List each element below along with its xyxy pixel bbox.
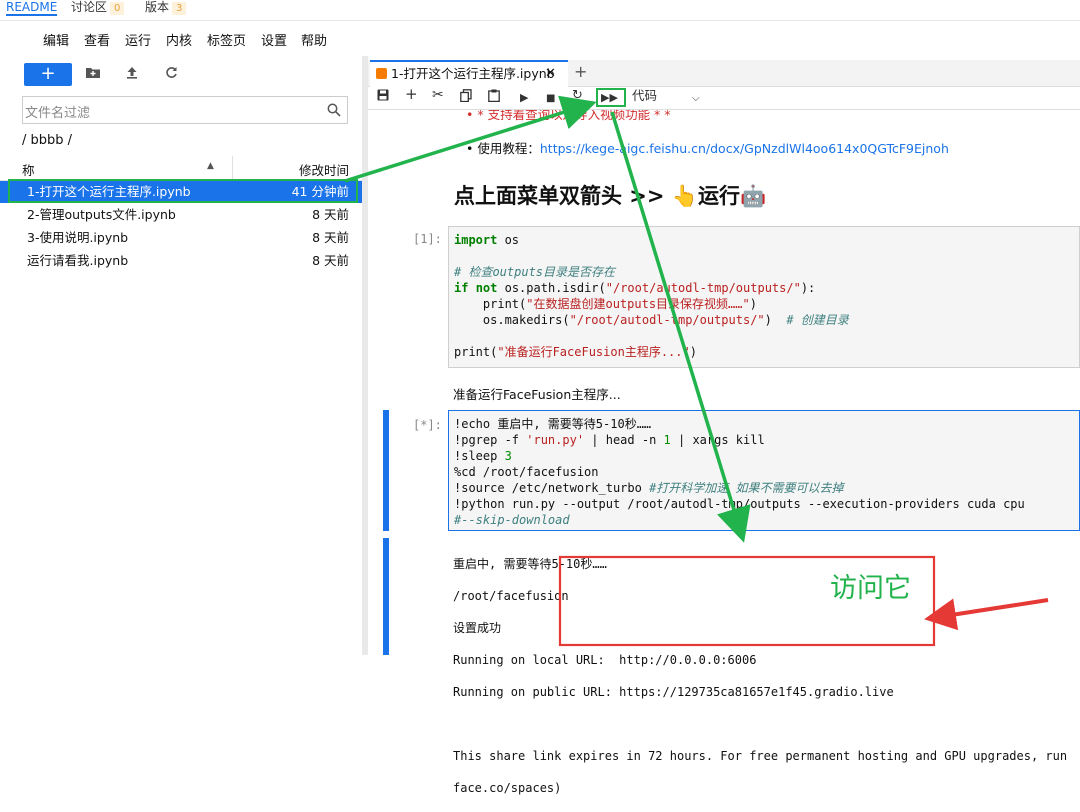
menu-kernel[interactable]: 内核	[166, 33, 192, 51]
code-cell-input[interactable]: import os # 检查outputs目录是否存在 if not os.pa…	[448, 226, 1080, 368]
cell-prompt: [1]:	[413, 232, 442, 246]
new-launcher-button[interactable]: +	[24, 63, 72, 86]
file-filter-input[interactable]: 文件名过滤	[22, 96, 348, 124]
add-cell-icon[interactable]: +	[405, 86, 418, 102]
cut-icon[interactable]: ✂	[432, 87, 444, 103]
output-line: Running on public URL: https://129735ca8…	[453, 685, 894, 699]
cell-type-select[interactable]: 代码	[632, 88, 657, 104]
notebook-tab[interactable]: 1-打开这个运行主程序.ipynb ✕	[370, 60, 568, 87]
callout-visit-it: 访问它	[830, 573, 911, 604]
menu-run[interactable]: 运行	[125, 33, 151, 51]
menu-edit[interactable]: 编辑	[43, 33, 69, 51]
menu-tabs[interactable]: 标签页	[207, 33, 246, 51]
column-modified[interactable]: 修改时间	[299, 160, 349, 179]
code-content: !echo 重启中, 需要等待5-10秒…… !pgrep -f 'run.py…	[454, 417, 1025, 527]
file-list-header: 称 ▲ 修改时间	[0, 156, 362, 181]
file-row[interactable]: 3-使用说明.ipynb 8 天前	[0, 227, 362, 249]
output-collapse-bar[interactable]	[383, 538, 389, 655]
run-cell-icon[interactable]: ▶	[520, 90, 528, 106]
sort-up-icon[interactable]: ▲	[207, 161, 214, 171]
paste-icon[interactable]	[488, 89, 500, 106]
stop-icon[interactable]: ■	[546, 91, 555, 107]
top-tab-bar: README 讨论区 0 版本 3	[0, 0, 1080, 21]
partial-text: * 支持着查询以及导入视频功能 * *	[477, 110, 671, 122]
bullet: •	[466, 141, 478, 156]
selected-file-highlight-box	[8, 179, 358, 203]
upload-icon[interactable]	[126, 66, 138, 84]
close-icon[interactable]: ✕	[545, 62, 556, 86]
file-row[interactable]: 2-管理outputs文件.ipynb 8 天前	[0, 204, 362, 226]
notebook-file-icon	[376, 68, 387, 79]
file-time: 8 天前	[312, 230, 349, 245]
cell-output: 准备运行FaceFusion主程序...	[453, 387, 621, 402]
notebook-tab-title: 1-打开这个运行主程序.ipynb	[391, 66, 555, 81]
output-line: /root/facefusion	[453, 589, 569, 603]
code-cell-input[interactable]: !echo 重启中, 需要等待5-10秒…… !pgrep -f 'run.py…	[448, 410, 1080, 531]
menu-bar: 编辑 查看 运行 内核 标签页 设置 帮助	[0, 33, 1080, 53]
tab-readme[interactable]: README	[6, 0, 58, 16]
tab-discussion[interactable]: 讨论区 0	[71, 0, 125, 15]
active-cell-indicator	[383, 410, 389, 531]
chevron-down-icon[interactable]: ⌵	[692, 91, 700, 107]
column-name[interactable]: 称	[22, 160, 35, 179]
file-filter-placeholder: 文件名过滤	[25, 106, 91, 121]
tutorial-link[interactable]: https://kege-aigc.feishu.cn/docx/GpNzdlW…	[540, 141, 949, 156]
file-row[interactable]: 运行请看我.ipynb 8 天前	[0, 250, 362, 272]
output-line: face.co/spaces)	[453, 781, 562, 795]
markdown-heading: 点上面菜单双箭头 >> 👆运行🤖	[454, 184, 767, 208]
file-time: 8 天前	[312, 207, 349, 222]
menu-help[interactable]: 帮助	[301, 33, 327, 51]
discussion-count-badge: 0	[110, 2, 125, 15]
file-time: 8 天前	[312, 253, 349, 268]
save-icon[interactable]	[377, 89, 389, 105]
version-count-badge: 3	[172, 2, 187, 15]
tutorial-label: 使用教程：	[477, 141, 540, 156]
file-name: 运行请看我.ipynb	[27, 253, 129, 268]
restart-icon[interactable]: ↻	[572, 88, 583, 104]
add-tab-button[interactable]: +	[574, 62, 587, 81]
tutorial-line: • 使用教程：https://kege-aigc.feishu.cn/docx/…	[466, 138, 949, 157]
copy-icon[interactable]	[460, 89, 472, 106]
search-icon	[327, 103, 341, 117]
new-folder-icon[interactable]	[86, 66, 100, 83]
notebook-toolbar	[368, 87, 1080, 110]
column-divider	[232, 156, 233, 180]
output-line: Running on local URL: http://0.0.0.0:600…	[453, 653, 757, 667]
refresh-icon[interactable]	[165, 66, 178, 84]
tab-version-label: 版本	[145, 0, 170, 14]
menu-settings[interactable]: 设置	[261, 33, 287, 51]
tab-version[interactable]: 版本 3	[145, 0, 187, 15]
output-line: 设置成功	[453, 621, 502, 635]
cell-prompt: [*]:	[413, 418, 442, 432]
output-line: 重启中, 需要等待5-10秒……	[453, 557, 607, 571]
bullet: •	[466, 110, 478, 122]
breadcrumb[interactable]: / bbbb /	[22, 133, 72, 148]
menu-view[interactable]: 查看	[84, 33, 110, 51]
file-name: 2-管理outputs文件.ipynb	[27, 207, 176, 222]
markdown-partial-line: • * 支持着查询以及导入视频功能 * *	[466, 110, 671, 123]
file-name: 3-使用说明.ipynb	[27, 230, 129, 245]
cell-output: 重启中, 需要等待5-10秒…… /root/facefusion 设置成功 R…	[453, 540, 1067, 812]
run-all-highlight-box	[596, 88, 626, 107]
code-content: import os # 检查outputs目录是否存在 if not os.pa…	[454, 233, 849, 359]
tab-discussion-label: 讨论区	[71, 0, 108, 14]
output-line: This share link expires in 72 hours. For…	[453, 749, 1068, 763]
